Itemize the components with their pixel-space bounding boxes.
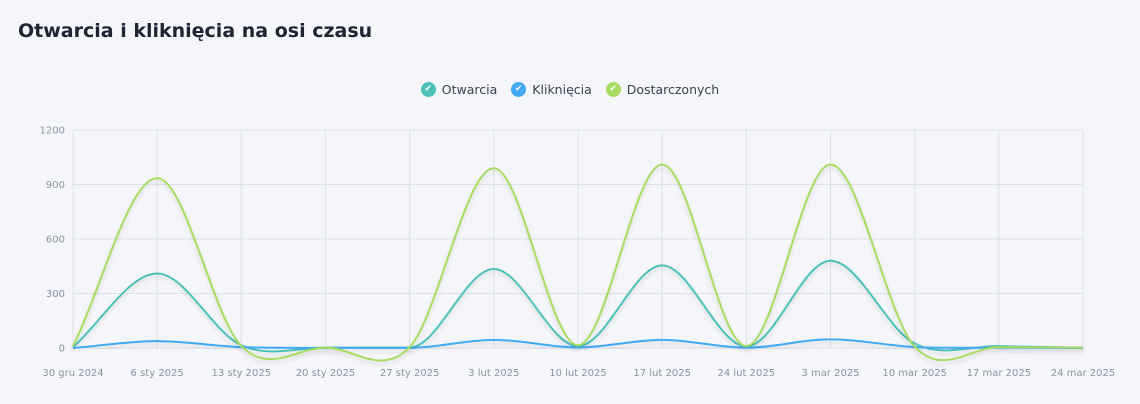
x-tick-label: 6 sty 2025 [131, 368, 184, 379]
x-tick-label: 10 lut 2025 [549, 368, 607, 379]
x-tick-label: 10 mar 2025 [882, 368, 947, 379]
y-tick-label: 900 [46, 180, 65, 191]
x-tick-label: 17 mar 2025 [967, 368, 1032, 379]
y-tick-label: 1200 [40, 126, 65, 137]
x-tick-label: 24 lut 2025 [718, 368, 776, 379]
y-tick-label: 600 [46, 235, 65, 246]
x-tick-label: 20 sty 2025 [296, 368, 356, 379]
x-tick-label: 17 lut 2025 [633, 368, 691, 379]
x-tick-label: 27 sty 2025 [380, 368, 440, 379]
axis-ticks: 0 300 600 900 1200 30 gru 2024 6 sty 2025 13 st… [40, 126, 1116, 380]
x-tick-label: 3 mar 2025 [801, 368, 859, 379]
x-tick-label: 24 mar 2025 [1051, 368, 1116, 379]
y-tick-label: 300 [46, 289, 65, 300]
x-tick-label: 3 lut 2025 [468, 368, 519, 379]
line-chart: 0 300 600 900 1200 30 gru 2024 6 sty 2025 13 st… [40, 126, 1116, 380]
x-tick-label: 30 gru 2024 [42, 368, 103, 379]
y-tick-label: 0 [59, 344, 65, 355]
x-tick-label: 13 sty 2025 [212, 368, 272, 379]
grid [72, 129, 1084, 349]
